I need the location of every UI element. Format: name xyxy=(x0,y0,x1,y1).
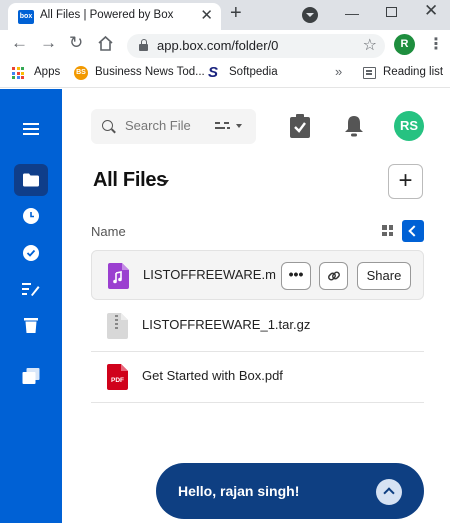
nav-menu-button[interactable] xyxy=(14,113,48,145)
search-input[interactable] xyxy=(125,118,191,133)
main-content: RS All Files + Name LISTOFFREEWARE.m •••… xyxy=(62,89,450,523)
bookmarks-bar: Apps BS Business News Tod... S Softpedia… xyxy=(0,60,450,88)
clipboard-check-icon[interactable] xyxy=(290,114,310,138)
maximize-button[interactable] xyxy=(386,7,397,17)
grid-view-icon[interactable] xyxy=(382,225,393,236)
filter-icon[interactable] xyxy=(215,121,245,133)
bookmark-star-icon[interactable]: ☆ xyxy=(363,35,377,55)
greeting-text: Hello, rajan singh! xyxy=(178,483,300,499)
apps-grid-icon xyxy=(12,67,24,79)
more-bookmarks-button[interactable]: » xyxy=(335,64,342,79)
search-icon xyxy=(102,120,113,131)
lock-icon xyxy=(139,39,148,51)
check-circle-icon xyxy=(23,245,39,261)
tab-search-icon[interactable] xyxy=(302,7,318,23)
hamburger-icon xyxy=(23,123,39,135)
stack-icon xyxy=(22,368,40,384)
row-divider xyxy=(91,402,424,403)
folder-icon xyxy=(23,173,39,187)
bookmark-softpedia[interactable]: Softpedia xyxy=(229,66,278,78)
forward-arrow-icon[interactable]: → xyxy=(40,33,57,53)
address-bar[interactable]: app.box.com/folder/0 ☆ xyxy=(127,34,385,58)
more-options-button[interactable]: ••• xyxy=(281,262,311,290)
user-avatar[interactable]: RS xyxy=(394,111,424,141)
pdf-badge: PDF xyxy=(111,377,124,384)
column-header-name[interactable]: Name xyxy=(91,224,126,239)
file-name[interactable]: Get Started with Box.pdf xyxy=(142,368,283,383)
box-favicon-icon: box xyxy=(18,10,34,24)
tab-title: All Files | Powered by Box xyxy=(40,9,174,21)
clock-icon xyxy=(23,208,39,224)
reload-icon[interactable]: ↻ xyxy=(69,33,83,53)
page-title[interactable]: All Files xyxy=(93,169,167,192)
new-tab-button[interactable]: + xyxy=(230,2,242,25)
file-row[interactable]: PDF Get Started with Box.pdf xyxy=(91,352,424,403)
expand-chevron-up-icon[interactable] xyxy=(376,479,402,505)
home-icon[interactable] xyxy=(97,33,114,57)
nav-item-recents[interactable] xyxy=(14,200,48,232)
bookmark-apps[interactable]: Apps xyxy=(34,66,60,78)
file-row[interactable]: LISTOFFREEWARE.m ••• Share xyxy=(91,250,424,300)
new-item-button[interactable]: + xyxy=(388,164,423,199)
window-close-button[interactable]: ✕ xyxy=(424,1,438,21)
softpedia-icon: S xyxy=(208,64,219,81)
copy-link-button[interactable] xyxy=(319,262,348,290)
kebab-menu-icon[interactable]: ⋮ xyxy=(428,34,444,54)
file-name[interactable]: LISTOFFREEWARE_1.tar.gz xyxy=(142,317,310,332)
audio-file-icon xyxy=(108,263,129,289)
browser-tab-strip: box All Files | Powered by Box ✕ + — ✕ xyxy=(0,0,450,30)
tab-close-icon[interactable]: ✕ xyxy=(200,6,213,24)
zip-file-icon xyxy=(107,313,128,339)
bookmark-business-news[interactable]: Business News Tod... xyxy=(95,66,205,78)
profile-avatar[interactable]: R xyxy=(394,34,415,55)
pdf-file-icon: PDF xyxy=(107,364,128,390)
reading-list-icon xyxy=(363,67,376,79)
browser-tab[interactable]: box All Files | Powered by Box ✕ xyxy=(8,3,221,30)
back-arrow-icon[interactable]: ← xyxy=(11,33,28,53)
file-name[interactable]: LISTOFFREEWARE.m xyxy=(143,267,276,282)
nav-item-apps[interactable] xyxy=(14,360,48,392)
reading-list-button[interactable]: Reading list xyxy=(383,66,443,78)
greeting-widget[interactable]: Hello, rajan singh! xyxy=(156,463,424,519)
browser-toolbar: ← → ↻ app.box.com/folder/0 ☆ R ⋮ xyxy=(0,30,450,60)
business-news-icon: BS xyxy=(74,66,88,80)
nav-item-tasks[interactable] xyxy=(14,237,48,269)
url-text: app.box.com/folder/0 xyxy=(157,38,279,53)
nav-item-notes[interactable] xyxy=(14,273,48,305)
file-row[interactable]: LISTOFFREEWARE_1.tar.gz xyxy=(91,301,424,352)
notes-icon xyxy=(22,283,40,296)
minimize-button[interactable]: — xyxy=(345,5,359,21)
sidebar-toggle-button[interactable] xyxy=(402,220,424,242)
bell-icon[interactable] xyxy=(344,115,364,137)
nav-item-all-files[interactable] xyxy=(14,164,48,196)
caret-down-icon[interactable] xyxy=(163,180,169,184)
side-nav xyxy=(0,89,62,523)
nav-item-trash[interactable] xyxy=(14,309,48,341)
link-icon xyxy=(328,271,340,281)
search-box[interactable] xyxy=(91,109,256,144)
trash-icon xyxy=(24,318,38,333)
share-button[interactable]: Share xyxy=(357,262,411,290)
